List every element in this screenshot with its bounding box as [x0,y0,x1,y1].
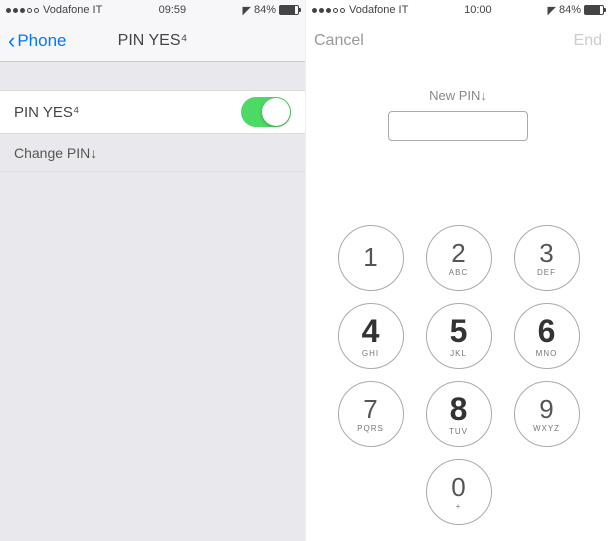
keypad-key-3[interactable]: 3 DEF [514,225,580,291]
pin-entry-screen: Vodafone IT 10:00 ◤ 84% Cancel End New P… [305,0,610,541]
signal-strength-icon [6,8,39,13]
back-label: Phone [17,31,66,51]
pin-toggle-switch[interactable] [241,97,291,127]
cancel-button[interactable]: Cancel [314,32,364,50]
keypad-key-6[interactable]: 6 MNO [514,303,580,369]
battery-percent: 84% [254,4,276,16]
pin-section: New PIN↓ [306,62,610,141]
nav-bar: ‹ Phone PIN YES⁴ [0,20,305,62]
nav-bar: Cancel End [306,20,610,62]
keypad-key-0[interactable]: 0 + [426,459,492,525]
keypad-key-4[interactable]: 4 GHI [338,303,404,369]
location-icon: ◤ [243,4,251,17]
status-time: 09:59 [102,4,242,16]
change-pin-row[interactable]: Change PIN↓ [0,134,305,172]
status-bar: Vodafone IT 10:00 ◤ 84% [306,0,610,20]
keypad-key-5[interactable]: 5 JKL [426,303,492,369]
status-right: ◤ 84% [548,4,605,17]
pin-toggle-label: PIN YES⁴ [14,104,79,121]
signal-strength-icon [312,8,345,13]
keypad-key-2[interactable]: 2 ABC [426,225,492,291]
carrier-label: Vodafone IT [43,4,102,16]
keypad-key-9[interactable]: 9 WXYZ [514,381,580,447]
keypad: 1 2 ABC 3 DEF 4 GHI 5 JKL 6 MNO [306,225,610,525]
battery-icon [279,5,299,15]
settings-screen: Vodafone IT 09:59 ◤ 84% ‹ Phone PIN YES⁴… [0,0,305,541]
chevron-left-icon: ‹ [8,30,15,52]
location-icon: ◤ [548,4,556,17]
keypad-key-1[interactable]: 1 [338,225,404,291]
end-button[interactable]: End [574,32,602,50]
status-time: 10:00 [408,4,547,16]
status-right: ◤ 84% [243,4,300,17]
back-button[interactable]: ‹ Phone [8,30,67,52]
new-pin-label: New PIN↓ [306,88,610,103]
pin-input[interactable] [388,111,528,141]
battery-percent: 84% [559,4,581,16]
keypad-key-7[interactable]: 7 PQRS [338,381,404,447]
pin-toggle-row: PIN YES⁴ [0,90,305,134]
status-bar: Vodafone IT 09:59 ◤ 84% [0,0,305,20]
battery-icon [584,5,604,15]
keypad-key-8[interactable]: 8 TUV [426,381,492,447]
carrier-label: Vodafone IT [349,4,408,16]
change-pin-label: Change PIN↓ [14,145,97,161]
